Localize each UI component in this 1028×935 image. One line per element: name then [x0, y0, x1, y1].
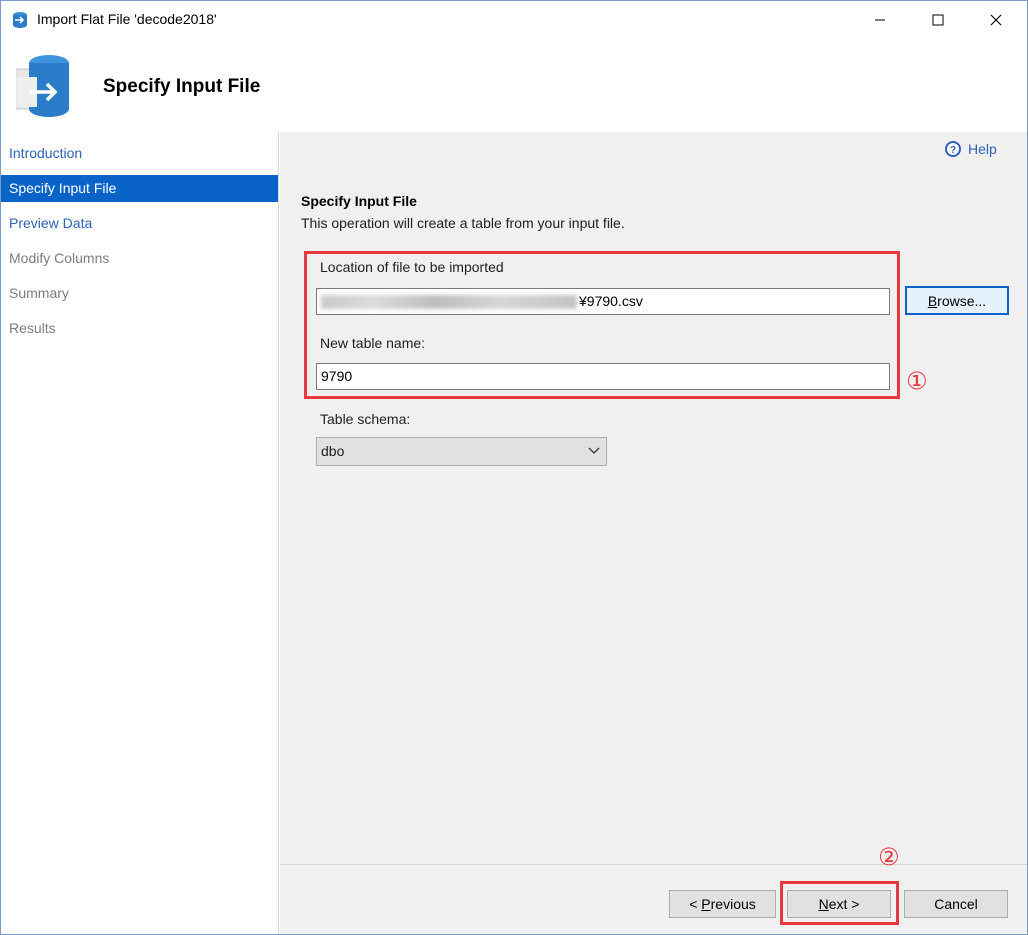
cancel-button[interactable]: Cancel: [904, 890, 1008, 918]
main-panel: ? Help Specify Input File This operation…: [280, 132, 1027, 864]
wizard-header: Specify Input File: [1, 39, 1027, 131]
title-bar: Import Flat File 'decode2018': [1, 1, 1027, 39]
file-location-label: Location of file to be imported: [320, 259, 504, 275]
svg-text:?: ?: [950, 145, 956, 156]
maximize-icon: [932, 14, 944, 26]
nav-item-results: Results: [9, 320, 56, 336]
previous-mnemonic: P: [701, 896, 711, 912]
next-mnemonic: N: [818, 896, 829, 912]
minimize-icon: [875, 19, 885, 21]
database-app-icon: [13, 12, 27, 28]
previous-label-rest: revious: [710, 896, 756, 912]
annotation-marker-2: ②: [878, 843, 900, 871]
nav-item-modify-columns: Modify Columns: [9, 250, 110, 266]
table-schema-select[interactable]: dbo: [316, 437, 607, 466]
chevron-down-icon: [588, 447, 600, 454]
table-name-label: New table name:: [320, 335, 426, 351]
table-name-value: 9790: [321, 368, 353, 384]
browse-mnemonic: B: [927, 292, 938, 309]
nav-item-summary: Summary: [9, 285, 69, 301]
help-icon: ?: [945, 141, 961, 157]
annotation-marker-1: ①: [906, 367, 928, 395]
section-description: This operation will create a table from …: [301, 215, 625, 231]
close-icon: [990, 14, 1002, 26]
nav-item-specify-input-file[interactable]: Specify Input File: [1, 175, 278, 202]
nav-item-introduction[interactable]: Introduction: [1, 140, 278, 167]
help-link[interactable]: ? Help: [944, 140, 997, 158]
minimize-button[interactable]: [851, 1, 909, 39]
table-name-input[interactable]: 9790: [316, 363, 890, 390]
page-title: Specify Input File: [103, 76, 261, 97]
wizard-steps-nav: Introduction Specify Input File Preview …: [1, 132, 279, 934]
next-button[interactable]: Next >: [787, 890, 891, 918]
section-title: Specify Input File: [301, 193, 417, 209]
previous-prefix: <: [689, 896, 702, 912]
browse-button[interactable]: Browse...: [905, 286, 1009, 315]
nav-item-preview-data[interactable]: Preview Data: [1, 210, 278, 237]
next-label-rest: ext >: [828, 896, 860, 912]
maximize-button[interactable]: [909, 1, 967, 39]
file-location-input[interactable]: ¥9790.csv: [316, 288, 890, 315]
import-flat-file-window: Import Flat File 'decode2018' Specify In…: [0, 0, 1028, 935]
file-location-value: ¥9790.csv: [579, 293, 643, 309]
table-schema-label: Table schema:: [320, 411, 411, 427]
window-title: Import Flat File 'decode2018': [37, 11, 217, 27]
database-import-icon: [16, 55, 69, 117]
help-label: Help: [968, 141, 997, 157]
previous-button[interactable]: < Previous: [669, 890, 776, 918]
blurred-path: [321, 295, 577, 310]
close-button[interactable]: [967, 1, 1025, 39]
browse-label-rest: rowse...: [937, 292, 987, 309]
table-schema-value: dbo: [321, 443, 345, 459]
